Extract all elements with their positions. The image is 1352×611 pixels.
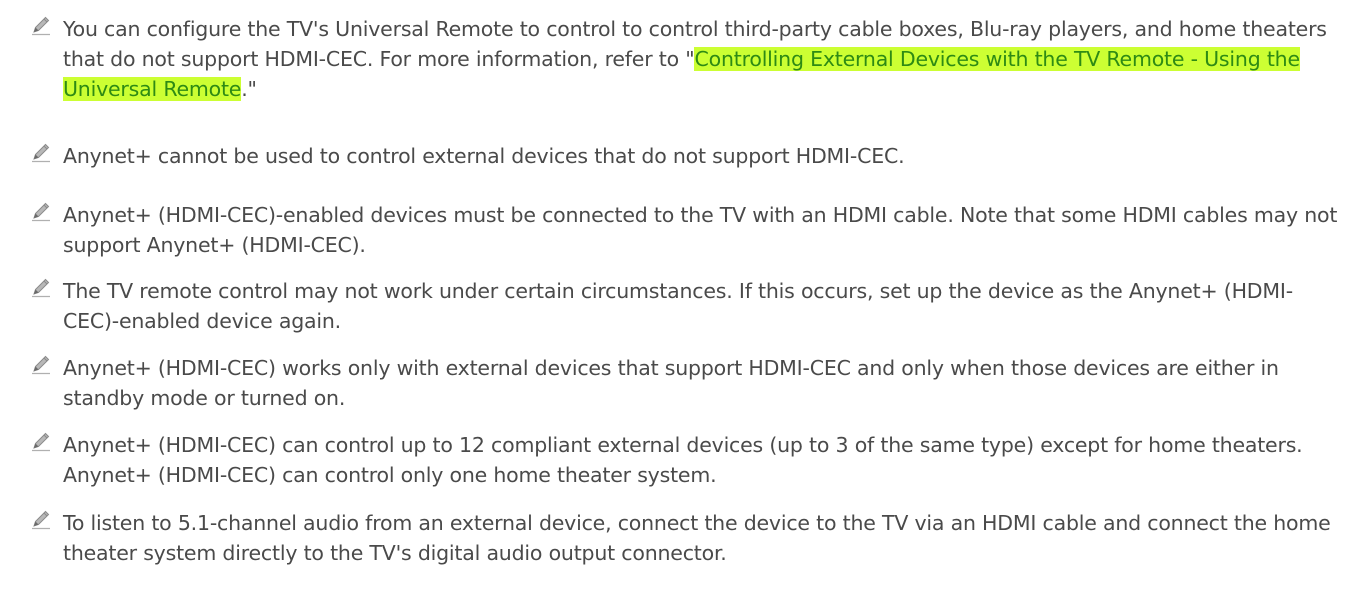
- note-text: Anynet+ (HDMI-CEC) can control up to 12 …: [63, 433, 1303, 487]
- notes-list: You can configure the TV's Universal Rem…: [0, 0, 1352, 611]
- note-text: The TV remote control may not work under…: [63, 279, 1293, 333]
- note-text: Anynet+ (HDMI-CEC)-enabled devices must …: [63, 203, 1338, 257]
- pencil-note-icon: [32, 143, 50, 163]
- note-text: Anynet+ (HDMI-CEC) works only with exter…: [63, 356, 1279, 410]
- pencil-note-icon: [32, 432, 50, 452]
- note-text: Anynet+ cannot be used to control extern…: [63, 144, 905, 168]
- pencil-note-icon: [32, 510, 50, 530]
- note-text: To listen to 5.1-channel audio from an e…: [63, 511, 1331, 565]
- note-text-after: .": [241, 77, 257, 101]
- pencil-note-icon: [32, 16, 50, 36]
- pencil-note-icon: [32, 278, 50, 298]
- pencil-note-icon: [32, 202, 50, 222]
- pencil-note-icon: [32, 355, 50, 375]
- note-text: You can configure the TV's Universal Rem…: [63, 14, 1348, 104]
